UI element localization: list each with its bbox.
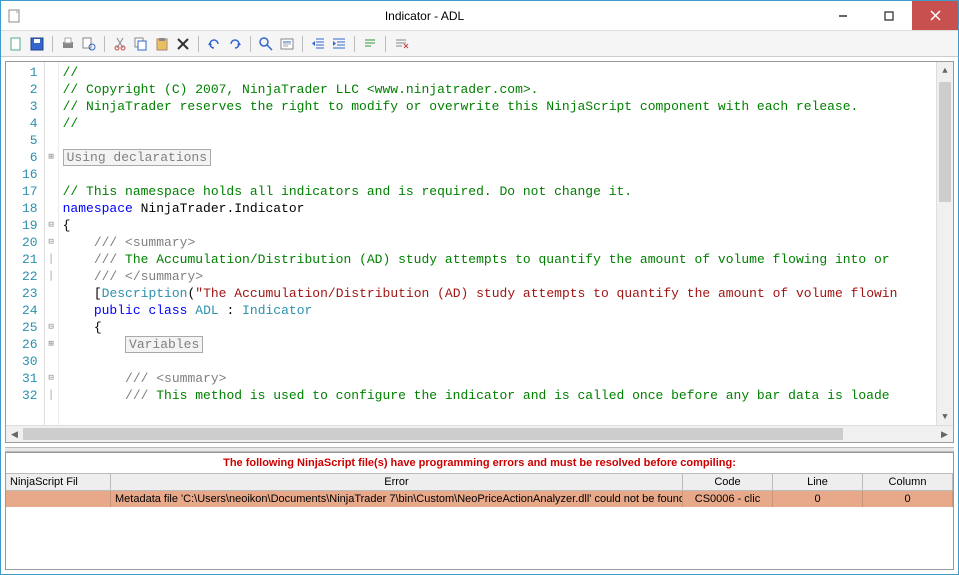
scroll-down-arrow[interactable]: ▼ <box>937 408 953 425</box>
header-column[interactable]: Column <box>863 474 953 490</box>
horizontal-scrollbar[interactable]: ◀ ▶ <box>6 425 953 442</box>
goto-icon[interactable] <box>278 35 296 53</box>
redo-icon[interactable] <box>226 35 244 53</box>
scroll-thumb[interactable] <box>939 82 951 202</box>
title-bar: Indicator - ADL <box>1 1 958 31</box>
line-number-gutter: 1 2 3 4 5 6 16 17 18 19 20 21 22 23 24 2… <box>6 62 45 425</box>
scroll-up-arrow[interactable]: ▲ <box>937 62 953 79</box>
close-button[interactable] <box>912 1 958 30</box>
code-editor[interactable]: 1 2 3 4 5 6 16 17 18 19 20 21 22 23 24 2… <box>6 62 953 425</box>
cut-icon[interactable] <box>111 35 129 53</box>
header-code[interactable]: Code <box>683 474 773 490</box>
paste-icon[interactable] <box>153 35 171 53</box>
error-message-cell: Metadata file 'C:\Users\neoikon\Document… <box>111 491 683 507</box>
minimize-button[interactable] <box>820 1 866 30</box>
outdent-icon[interactable] <box>309 35 327 53</box>
maximize-button[interactable] <box>866 1 912 30</box>
vertical-scrollbar[interactable]: ▲ ▼ <box>936 62 953 425</box>
error-column-cell: 0 <box>863 491 953 507</box>
print-preview-icon[interactable] <box>80 35 98 53</box>
error-code-cell: CS0006 - clic <box>683 491 773 507</box>
scroll-right-arrow[interactable]: ▶ <box>936 429 953 440</box>
window-title: Indicator - ADL <box>29 9 820 23</box>
header-file[interactable]: NinjaScript Fil <box>6 474 111 490</box>
hscroll-thumb[interactable] <box>23 428 843 440</box>
header-line[interactable]: Line <box>773 474 863 490</box>
undo-icon[interactable] <box>205 35 223 53</box>
copy-icon[interactable] <box>132 35 150 53</box>
error-line-cell: 0 <box>773 491 863 507</box>
save-icon[interactable] <box>28 35 46 53</box>
print-icon[interactable] <box>59 35 77 53</box>
fold-column[interactable]: ⊞ ⊟ ⊟ │ │ ⊟ ⊞ ⊟ │ <box>45 62 59 425</box>
code-area[interactable]: //// Copyright (C) 2007, NinjaTrader LLC… <box>59 62 953 425</box>
error-panel: The following NinjaScript file(s) have p… <box>5 452 954 570</box>
error-row[interactable]: Metadata file 'C:\Users\neoikon\Document… <box>6 491 953 507</box>
indent-icon[interactable] <box>330 35 348 53</box>
comment-icon[interactable] <box>361 35 379 53</box>
error-panel-empty <box>6 507 953 569</box>
app-icon <box>1 9 29 23</box>
uncomment-icon[interactable] <box>392 35 410 53</box>
editor-container: 1 2 3 4 5 6 16 17 18 19 20 21 22 23 24 2… <box>5 61 954 443</box>
scroll-left-arrow[interactable]: ◀ <box>6 429 23 440</box>
error-file-cell <box>6 491 111 507</box>
delete-icon[interactable] <box>174 35 192 53</box>
find-icon[interactable] <box>257 35 275 53</box>
new-icon[interactable] <box>7 35 25 53</box>
header-error[interactable]: Error <box>111 474 683 490</box>
error-banner: The following NinjaScript file(s) have p… <box>6 453 953 473</box>
error-header-row: NinjaScript Fil Error Code Line Column <box>6 473 953 491</box>
toolbar <box>1 31 958 57</box>
